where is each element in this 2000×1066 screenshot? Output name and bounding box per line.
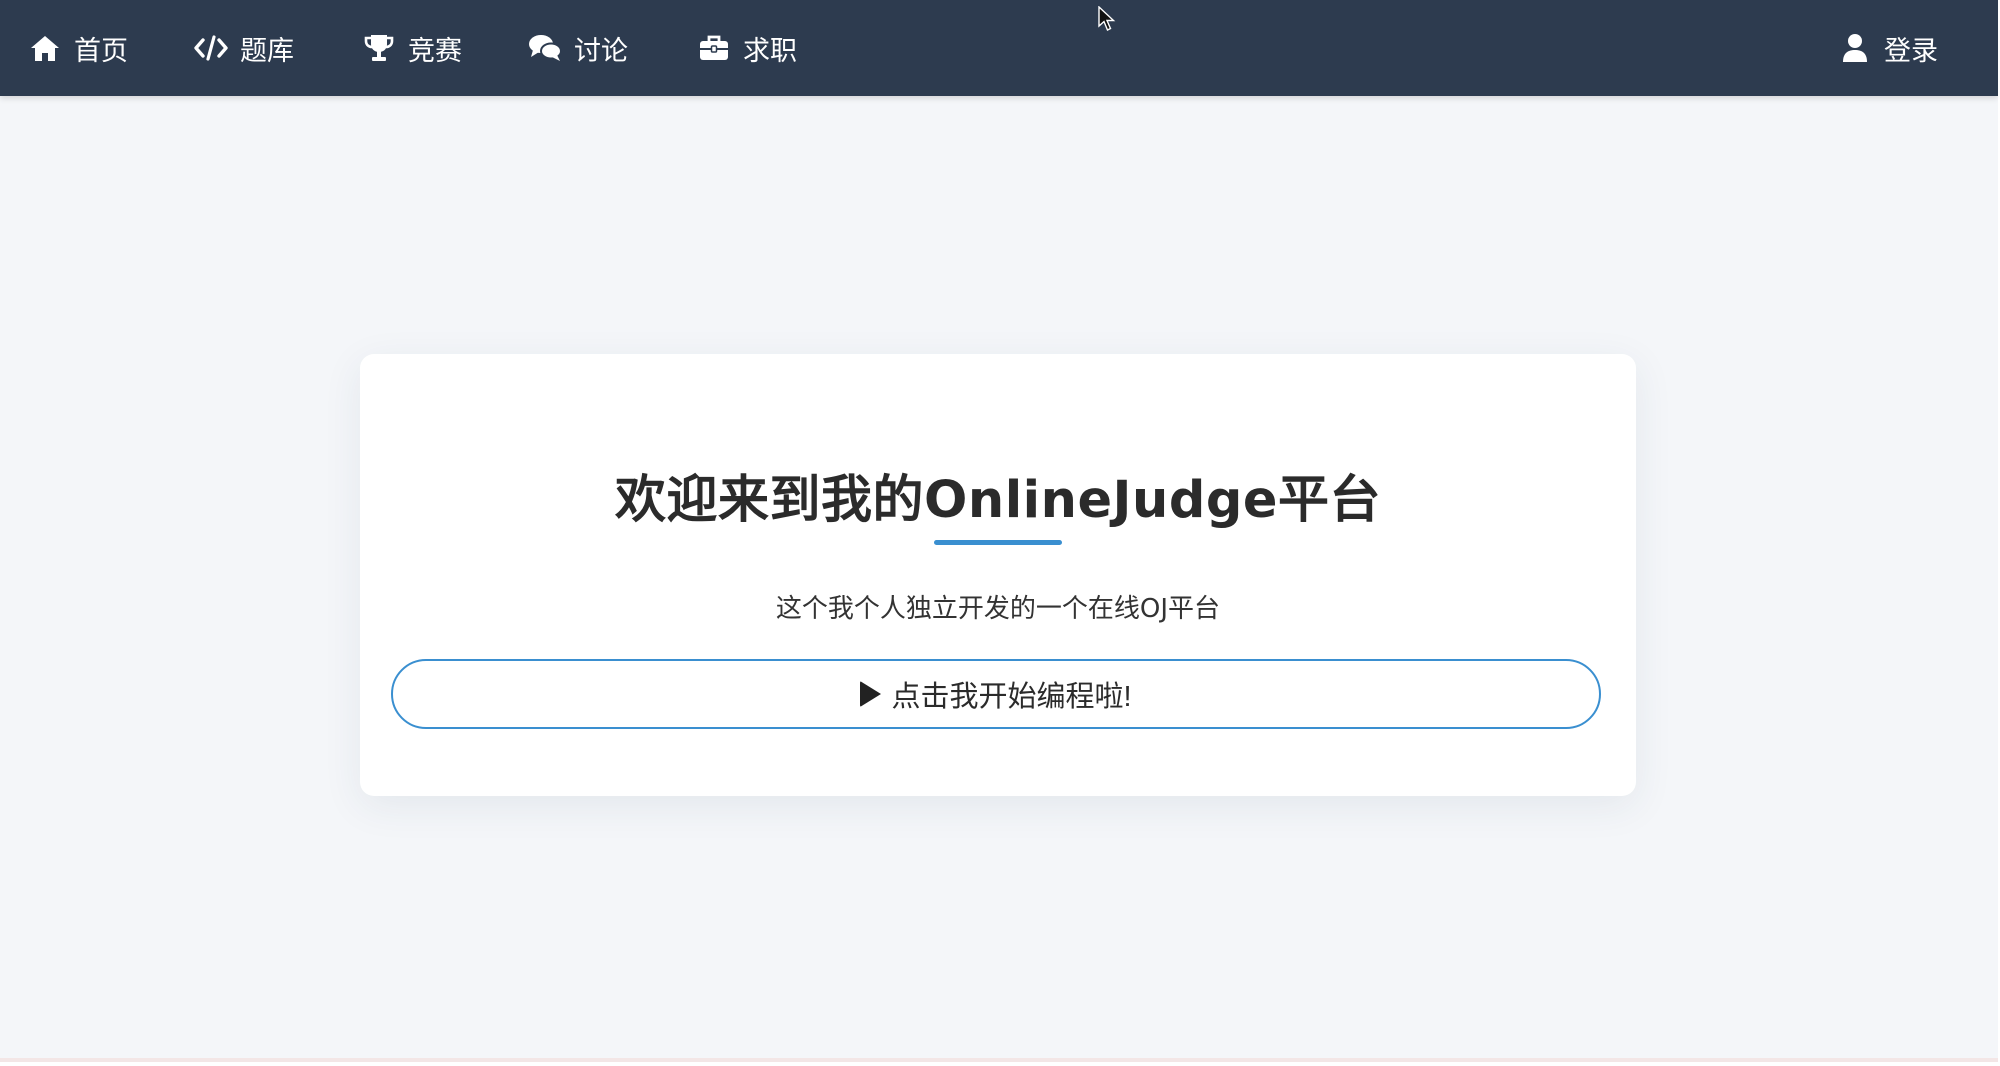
welcome-title: 欢迎来到我的OnlineJudge平台 [615, 471, 1381, 530]
bottom-edge [0, 1058, 1998, 1062]
start-coding-label: 点击我开始编程啦! [891, 681, 1132, 713]
mouse-cursor-icon [1098, 6, 1116, 31]
top-navbar: 首页 题库 竞赛 讨论 求职 登录 [0, 0, 1998, 96]
nav-contest-label: 竞赛 [408, 35, 462, 67]
welcome-subtitle: 这个我个人独立开发的一个在线OJ平台 [775, 594, 1221, 624]
title-underline [934, 540, 1062, 545]
home-icon [28, 31, 62, 65]
nav-problems[interactable]: 题库 [194, 0, 294, 96]
nav-discussion-label: 讨论 [574, 35, 628, 67]
comments-icon [528, 31, 562, 65]
nav-jobs[interactable]: 求职 [697, 0, 797, 96]
nav-login-label: 登录 [1884, 35, 1938, 67]
nav-login[interactable]: 登录 [1838, 0, 1938, 96]
trophy-icon [362, 31, 396, 65]
briefcase-icon [697, 31, 731, 65]
welcome-card: 欢迎来到我的OnlineJudge平台 这个我个人独立开发的一个在线OJ平台 点… [360, 354, 1636, 796]
code-icon [194, 31, 228, 65]
start-coding-button[interactable]: 点击我开始编程啦! [391, 659, 1601, 729]
nav-problems-label: 题库 [240, 35, 294, 67]
nav-jobs-label: 求职 [743, 35, 797, 67]
nav-home-label: 首页 [74, 35, 128, 67]
page: 首页 题库 竞赛 讨论 求职 登录 欢迎来到我的OnlineJudge平台 这个… [0, 0, 1998, 1062]
user-icon [1838, 31, 1872, 65]
nav-home[interactable]: 首页 [28, 0, 128, 96]
nav-contest[interactable]: 竞赛 [362, 0, 462, 96]
play-icon [860, 681, 882, 707]
nav-discussion[interactable]: 讨论 [528, 0, 628, 96]
